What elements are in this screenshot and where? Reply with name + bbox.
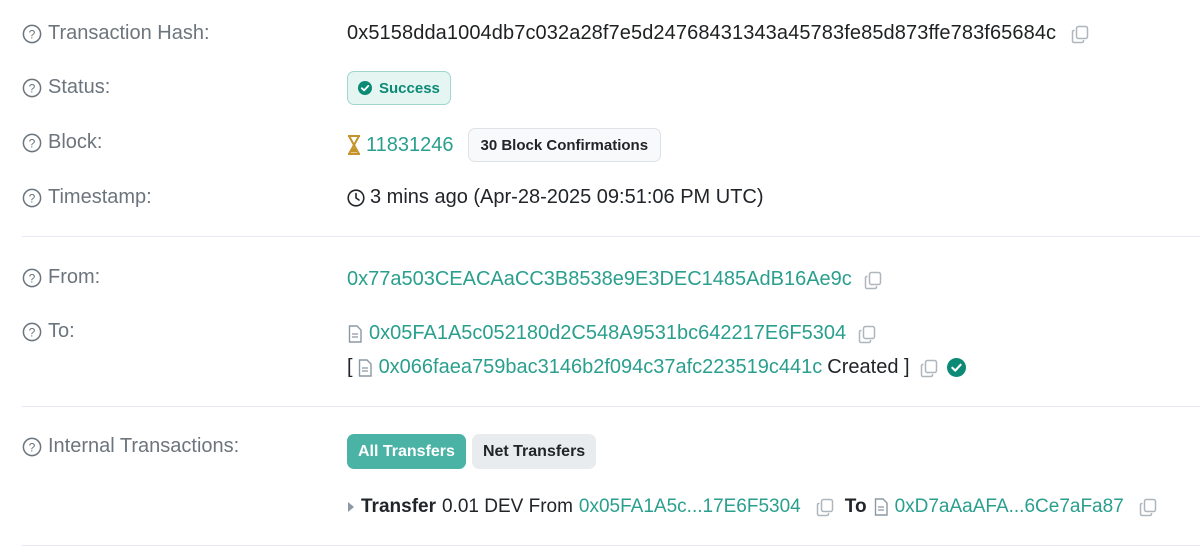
transaction-details: ? Transaction Hash: 0x5158dda1004db7c032…	[0, 0, 1200, 548]
hourglass-icon	[347, 135, 361, 155]
svg-text:?: ?	[29, 136, 36, 150]
from-row: ? From: 0x77a503CEACAaCC3B8538e9E3DEC148…	[0, 264, 1200, 294]
status-row: ? Status: Success	[0, 70, 1200, 106]
copy-icon[interactable]	[815, 497, 835, 517]
copy-icon[interactable]	[1070, 24, 1090, 44]
bracket-open: [	[347, 356, 353, 378]
transfer-amount: 0.01 DEV From	[441, 496, 573, 517]
svg-text:?: ?	[29, 271, 36, 285]
copy-icon[interactable]	[1138, 497, 1158, 517]
timestamp-label: ? Timestamp:	[22, 186, 152, 209]
from-address-link[interactable]: 0x77a503CEACAaCC3B8538e9E3DEC1485AdB16Ae…	[347, 268, 852, 291]
internal-label: ? Internal Transactions:	[22, 435, 239, 458]
transfer-from-link[interactable]: 0x05FA1A5c...17E6F5304	[579, 496, 801, 518]
question-circle-icon[interactable]: ?	[22, 78, 42, 98]
timestamp-text: 3 mins ago (Apr-28-2025 09:51:06 PM UTC)	[370, 186, 764, 208]
question-circle-icon[interactable]: ?	[22, 24, 42, 44]
transfer-item: Transfer 0.01 DEV From 0x05FA1A5c...17E6…	[347, 496, 1158, 518]
all-transfers-tab[interactable]: All Transfers	[347, 434, 466, 469]
to-row: ? To: 0x05FA1A5c052180d2C548A9531bc64221…	[0, 318, 1200, 388]
question-circle-icon[interactable]: ?	[22, 268, 42, 288]
status-value: Success	[347, 71, 451, 105]
created-address-link[interactable]: 0x066faea759bac3146b2f094c37afc223519c44…	[379, 356, 823, 379]
block-row: ? Block: 11831246 30 Block Confirmations	[0, 126, 1200, 162]
net-transfers-tab[interactable]: Net Transfers	[471, 434, 597, 469]
svg-text:?: ?	[29, 191, 36, 205]
file-icon	[347, 324, 363, 343]
tx-hash-row: ? Transaction Hash: 0x5158dda1004db7c032…	[0, 20, 1200, 50]
caret-right-icon[interactable]	[347, 501, 355, 513]
file-icon	[357, 358, 373, 377]
svg-text:?: ?	[29, 81, 36, 95]
copy-icon[interactable]	[857, 324, 877, 344]
tx-hash[interactable]: 0x5158dda1004db7c032a28f7e5d24768431343a…	[347, 22, 1056, 45]
divider	[22, 545, 1200, 546]
question-circle-icon[interactable]: ?	[22, 188, 42, 208]
divider	[22, 236, 1200, 237]
confirmations-badge: 30 Block Confirmations	[467, 128, 662, 162]
from-value: 0x77a503CEACAaCC3B8538e9E3DEC1485AdB16Ae…	[347, 268, 883, 291]
copy-icon[interactable]	[919, 358, 939, 378]
block-value: 11831246 30 Block Confirmations	[347, 128, 662, 162]
transfer-row: Transfer 0.01 DEV From 0x05FA1A5c...17E6…	[0, 494, 1200, 524]
block-label: ? Block:	[22, 131, 102, 154]
copy-icon[interactable]	[863, 270, 883, 290]
question-circle-icon[interactable]: ?	[22, 322, 42, 342]
tx-hash-label: ? Transaction Hash:	[22, 22, 210, 45]
clock-icon	[347, 188, 365, 207]
transfer-to-label: To	[844, 496, 867, 517]
check-circle-icon	[946, 358, 966, 377]
question-circle-icon[interactable]: ?	[22, 437, 42, 457]
svg-text:?: ?	[29, 27, 36, 41]
created-text: Created ]	[827, 356, 910, 378]
transfer-label: Transfer	[361, 496, 436, 517]
timestamp-row: ? Timestamp: 3 mins ago (Apr-28-2025 09:…	[0, 184, 1200, 214]
status-label: ? Status:	[22, 76, 110, 99]
block-number-link[interactable]: 11831246	[366, 134, 454, 157]
transfer-tabs: All Transfers Net Transfers	[347, 434, 597, 469]
internal-row: ? Internal Transactions: All Transfers N…	[0, 433, 1200, 473]
created-contract: [ 0x066faea759bac3146b2f094c37afc223519c…	[347, 356, 966, 379]
tx-hash-value: 0x5158dda1004db7c032a28f7e5d24768431343a…	[347, 22, 1090, 45]
divider	[22, 406, 1200, 407]
to-contract: 0x05FA1A5c052180d2C548A9531bc642217E6F53…	[347, 322, 877, 345]
to-address-link[interactable]: 0x05FA1A5c052180d2C548A9531bc642217E6F53…	[369, 322, 846, 345]
question-circle-icon[interactable]: ?	[22, 133, 42, 153]
check-circle-icon	[358, 81, 372, 95]
svg-text:?: ?	[29, 440, 36, 454]
transfer-to-link[interactable]: 0xD7aAaAFA...6Ce7aFa87	[895, 496, 1124, 518]
from-label: ? From:	[22, 266, 100, 289]
status-badge: Success	[347, 71, 451, 105]
file-icon	[873, 498, 889, 516]
svg-text:?: ?	[29, 325, 36, 339]
timestamp-value: 3 mins ago (Apr-28-2025 09:51:06 PM UTC)	[347, 186, 764, 209]
to-label: ? To:	[22, 320, 75, 343]
